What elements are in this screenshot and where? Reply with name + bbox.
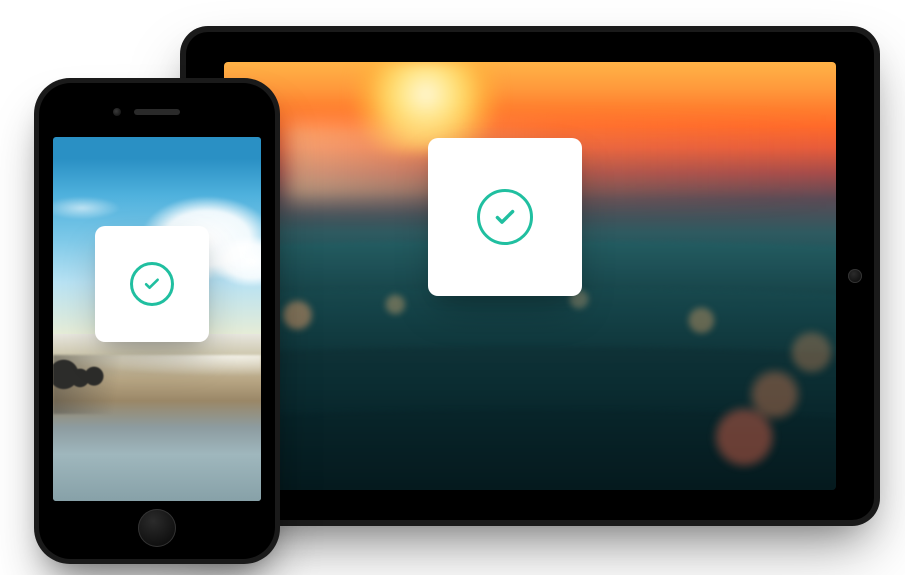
device-mockup-stage (0, 0, 905, 575)
checkmark-circle-icon (477, 189, 533, 245)
camera-icon (113, 108, 121, 116)
home-button-icon (138, 509, 176, 547)
speaker-icon (134, 109, 180, 115)
rocks (53, 348, 107, 392)
home-button-icon (848, 269, 862, 283)
checkmark-circle-icon (130, 262, 174, 306)
success-card-phone (95, 226, 209, 342)
success-card-tablet (428, 138, 582, 296)
